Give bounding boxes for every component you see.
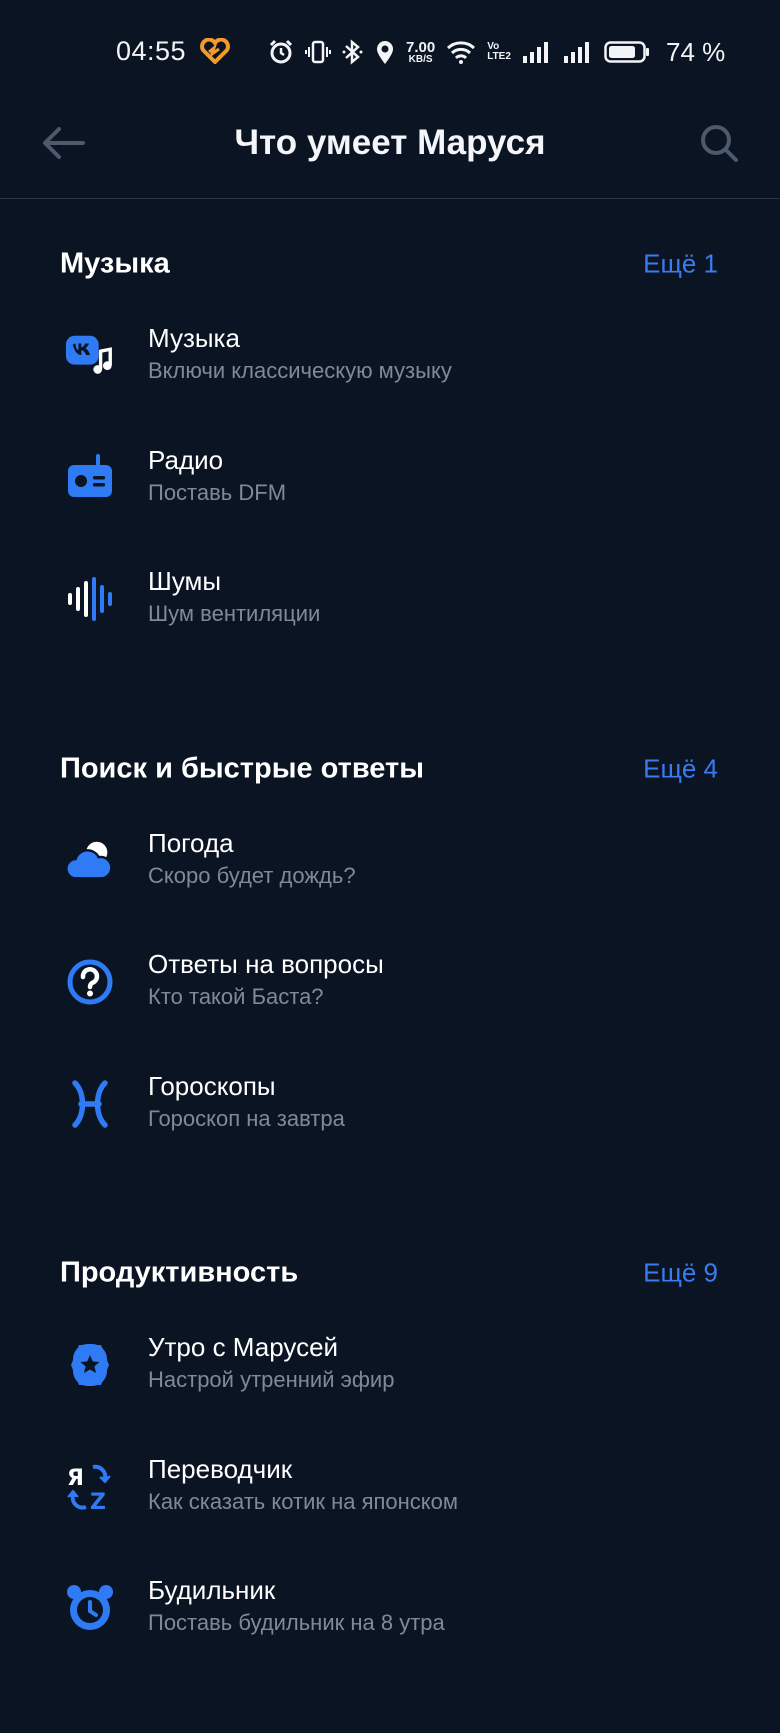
vibrate-icon xyxy=(305,39,331,65)
translate-icon: Я Z xyxy=(64,1461,116,1513)
skill-example: Как сказать котик на японском xyxy=(148,1488,459,1514)
skill-example: Скоро будет дождь? xyxy=(148,862,356,888)
question-icon xyxy=(64,956,116,1008)
network-speed: 7.00 KB/S xyxy=(406,40,435,65)
skill-item-radio[interactable]: Радио Поставь DFM xyxy=(0,434,780,556)
weather-icon xyxy=(64,835,116,887)
skill-item-noises[interactable]: Шумы Шум вентиляции xyxy=(0,555,780,677)
skill-title: Шумы xyxy=(148,566,222,596)
network-speed-value: 7.00 xyxy=(406,38,436,56)
location-icon xyxy=(375,39,395,65)
skill-item-music[interactable]: Музыка Включи классическую музыку xyxy=(0,312,780,434)
section-search: Поиск и быстрые ответы Ещё 4 Погода Скор… xyxy=(0,705,780,1182)
screen: 04:55 7.00 KB/S Vo LTE2 74 % Что умеет М… xyxy=(0,0,780,1733)
skill-item-morning[interactable]: Утро с Марусей Настрой утренний эфир xyxy=(0,1321,780,1443)
skill-title: Утро с Марусей xyxy=(148,1332,339,1362)
skills-list: Музыка Ещё 1 Музыка Включи классическую … xyxy=(0,200,780,1686)
skill-example: Шум вентиляции xyxy=(148,601,321,626)
skill-example: Включи классическую музыку xyxy=(148,358,452,383)
pisces-icon xyxy=(64,1078,116,1130)
skill-item-weather[interactable]: Погода Скоро будет дождь? xyxy=(0,817,780,939)
skill-title: Ответы на вопросы xyxy=(148,949,384,979)
page-title: Что умеет Маруся xyxy=(234,123,546,162)
status-time: 04:55 xyxy=(116,36,187,66)
signal-1-icon xyxy=(522,40,552,64)
skill-example: Гороскоп на завтра xyxy=(148,1105,345,1131)
section-more-link[interactable]: Ещё 1 xyxy=(643,249,718,280)
morning-star-icon xyxy=(64,1339,116,1391)
skill-item-alarm[interactable]: Будильник Поставь будильник на 8 утра xyxy=(0,1564,780,1686)
section-title: Музыка xyxy=(60,247,170,280)
notification-heart-icon xyxy=(200,37,230,65)
status-bar: 04:55 7.00 KB/S Vo LTE2 74 % xyxy=(0,0,780,104)
soundwave-icon xyxy=(64,573,116,625)
battery-icon xyxy=(604,40,650,64)
volte-indicator: Vo LTE2 xyxy=(487,42,511,62)
search-button[interactable] xyxy=(694,118,744,168)
section-header: Поиск и быстрые ответы Ещё 4 xyxy=(0,705,780,817)
volte-bottom: LTE2 xyxy=(487,51,511,62)
section-more-link[interactable]: Ещё 4 xyxy=(643,753,718,784)
section-productivity: Продуктивность Ещё 9 Утро с Марусей Наст… xyxy=(0,1209,780,1686)
radio-icon xyxy=(64,452,116,504)
skill-example: Поставь будильник на 8 утра xyxy=(148,1610,445,1635)
skill-item-horoscope[interactable]: Гороскопы Гороскоп на завтра xyxy=(0,1060,780,1182)
skill-title: Будильник xyxy=(148,1575,276,1605)
signal-2-icon xyxy=(563,40,593,64)
vk-music-icon xyxy=(64,330,116,382)
skill-title: Погода xyxy=(148,827,234,858)
section-title: Поиск и быстрые ответы xyxy=(60,752,425,784)
section-header: Продуктивность Ещё 9 xyxy=(0,1209,780,1321)
skill-item-translator[interactable]: Я Z Переводчик Как сказать котик на япон… xyxy=(0,1443,780,1565)
app-bar: Что умеет Маруся xyxy=(0,104,780,199)
svg-text:Z: Z xyxy=(90,1490,106,1513)
skill-example: Поставь DFM xyxy=(148,479,287,505)
network-speed-unit: KB/S xyxy=(408,53,433,65)
skill-example: Кто такой Баста? xyxy=(148,984,324,1009)
battery-percent: 74 % xyxy=(666,37,726,67)
svg-text:Я: Я xyxy=(67,1466,84,1491)
bluetooth-icon xyxy=(342,39,364,65)
status-icons: 7.00 KB/S Vo LTE2 xyxy=(268,36,650,68)
section-header: Музыка Ещё 1 xyxy=(0,200,780,312)
alarm-clock-icon xyxy=(64,1582,116,1634)
wifi-icon xyxy=(446,40,476,64)
skill-example: Настрой утренний эфир xyxy=(148,1367,395,1392)
section-music: Музыка Ещё 1 Музыка Включи классическую … xyxy=(0,200,780,677)
section-more-link[interactable]: Ещё 9 xyxy=(643,1258,718,1289)
skill-title: Гороскопы xyxy=(148,1070,276,1101)
skill-title: Переводчик xyxy=(148,1453,293,1484)
search-icon xyxy=(701,125,738,162)
section-title: Продуктивность xyxy=(60,1256,299,1289)
alarm-icon xyxy=(268,39,294,65)
skill-item-answers[interactable]: Ответы на вопросы Кто такой Баста? xyxy=(0,938,780,1060)
skill-title: Музыка xyxy=(148,323,240,353)
skill-title: Радио xyxy=(148,444,224,475)
